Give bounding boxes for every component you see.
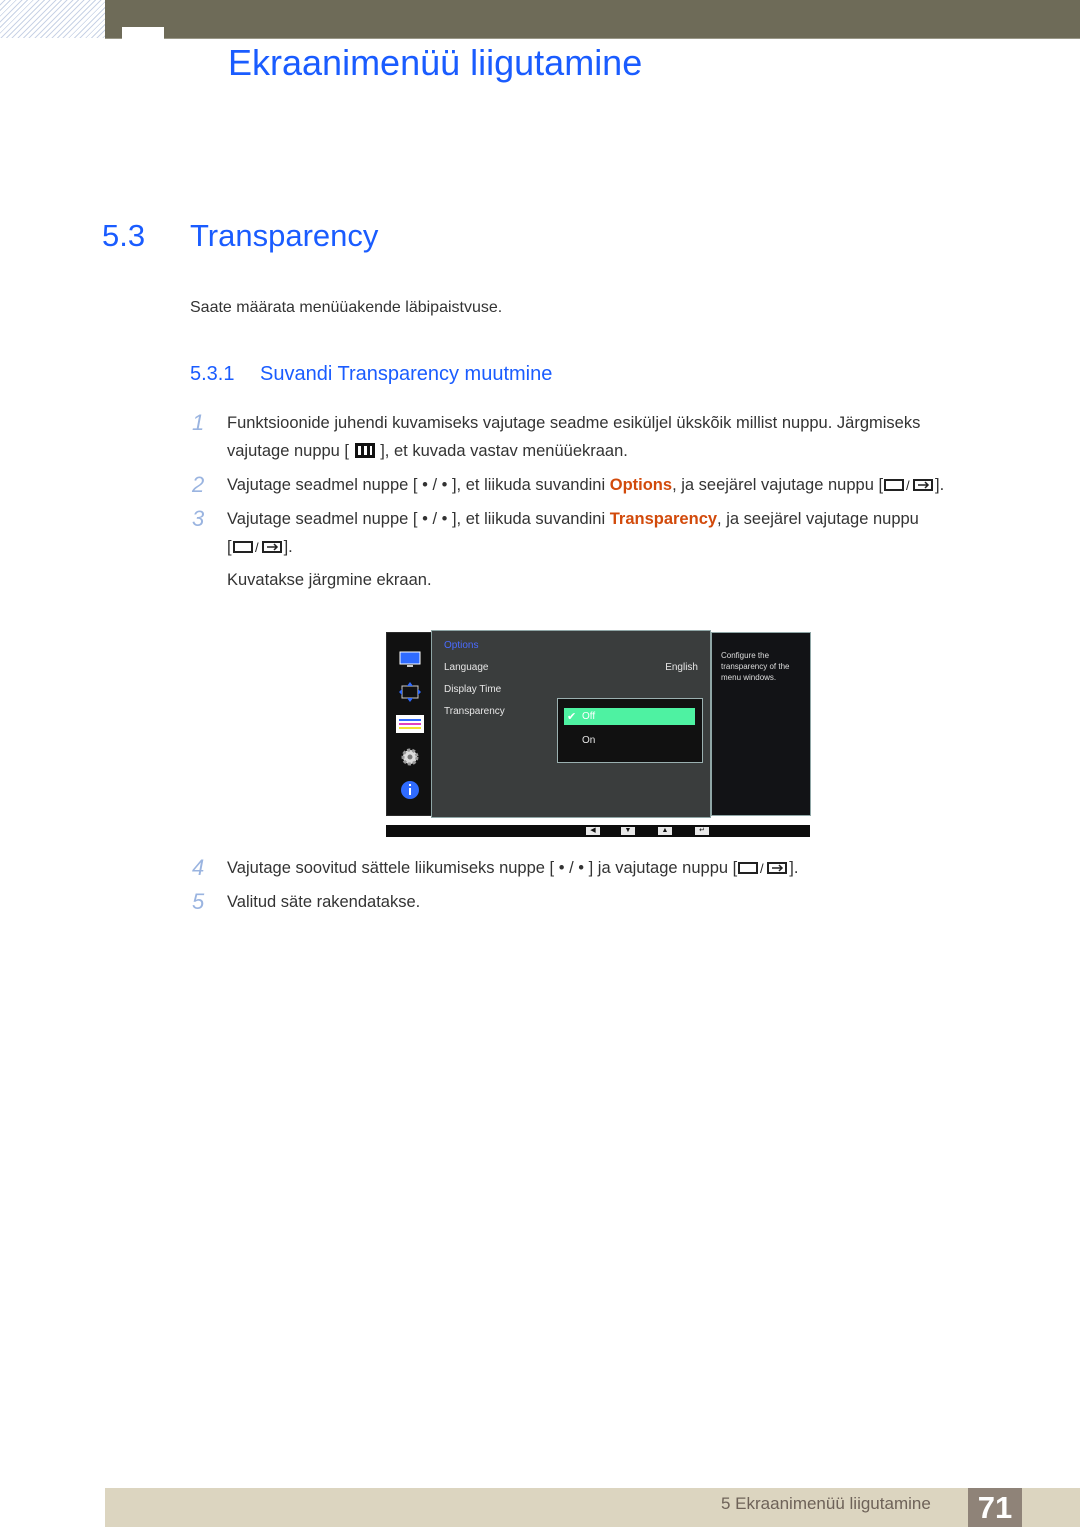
- step-text: Valitud säte rakendatakse.: [227, 893, 421, 911]
- nav-up-button[interactable]: ▲: [658, 827, 672, 835]
- osd-item-transparency[interactable]: Transparency: [444, 706, 505, 717]
- osd-item-display-time[interactable]: Display Time: [444, 684, 501, 695]
- section-intro: Saate määrata menüüakende läbipaistvuse.: [190, 299, 503, 316]
- text: Vajutage seadmel nuppe [ • / • ], et lii…: [227, 510, 610, 528]
- osd-option-on[interactable]: On: [582, 735, 595, 746]
- page-number: 71: [968, 1488, 1022, 1527]
- step-number: 1: [192, 410, 205, 435]
- text: ], et kuvada vastav menüüekraan.: [380, 442, 628, 460]
- osd-option-off[interactable]: ✔ Off: [564, 708, 695, 725]
- step-number: 4: [192, 855, 205, 880]
- step-number: 2: [192, 472, 205, 497]
- menu-button-icon: [354, 442, 376, 464]
- check-icon: ✔: [567, 711, 577, 723]
- text: ].: [935, 476, 945, 494]
- subsection-number: 5.3.1: [190, 363, 235, 385]
- nav-left-button[interactable]: ◀: [586, 827, 600, 835]
- highlight-options: Options: [609, 476, 673, 494]
- step-number: 3: [192, 506, 205, 531]
- help-line: menu windows.: [721, 673, 777, 682]
- step-number: 5: [192, 889, 205, 914]
- step-text-line2: vajutage nuppu [ ], et kuvada vastav men…: [227, 442, 628, 464]
- gear-icon: [400, 747, 420, 772]
- header-bar: [105, 0, 1080, 39]
- header-hatch-decoration: [0, 0, 105, 38]
- step-text: Funktsioonide juhendi kuvamiseks vajutag…: [227, 414, 921, 432]
- text: ].: [283, 538, 293, 556]
- text: , ja seejärel vajutage nuppu [: [672, 476, 884, 494]
- osd-item-language[interactable]: Language: [444, 662, 489, 673]
- text: , ja seejärel vajutage nuppu: [717, 510, 919, 528]
- svg-text:/: /: [760, 861, 764, 876]
- osd-help-panel: Configure the transparency of the menu w…: [711, 632, 811, 816]
- osd-help-text: Configure the transparency of the menu w…: [721, 650, 789, 683]
- monitor-icon: [399, 651, 421, 674]
- nav-enter-button[interactable]: ↵: [695, 827, 709, 835]
- chapter-title: Ekraanimenüü liigutamine: [228, 42, 643, 83]
- subsection-title: Suvandi Transparency muutmine: [260, 363, 553, 385]
- text: ].: [789, 859, 799, 877]
- osd-transparency-popup: ✔ Off On: [557, 698, 703, 763]
- osd-sidebar: [386, 632, 432, 816]
- footer-chapter-label: 5 Ekraanimenüü liigutamine: [721, 1494, 931, 1513]
- source-enter-button-icon: /: [232, 539, 284, 560]
- svg-text:/: /: [255, 540, 259, 555]
- section-number: 5.3: [102, 218, 146, 253]
- options-menu-icon: [396, 715, 424, 738]
- help-line: Configure the: [721, 651, 770, 660]
- help-line: transparency of the: [721, 662, 790, 671]
- osd-item-language-value: English: [665, 662, 698, 673]
- step-text-line2: [/].: [227, 538, 293, 560]
- step-text: Vajutage soovitud sättele liikumiseks nu…: [227, 859, 798, 881]
- size-position-icon: [398, 681, 422, 708]
- chapter-tab: [122, 27, 164, 39]
- source-enter-button-icon: /: [883, 477, 935, 498]
- info-icon: [400, 780, 420, 805]
- source-enter-button-icon: /: [737, 860, 789, 881]
- footer-bar: [105, 1488, 1080, 1527]
- svg-text:/: /: [906, 478, 910, 493]
- highlight-transparency: Transparency: [609, 510, 718, 528]
- step-text: Vajutage seadmel nuppe [ • / • ], et lii…: [227, 476, 944, 498]
- section-title: Transparency: [190, 218, 379, 253]
- text: vajutage nuppu [: [227, 442, 350, 460]
- text: Vajutage soovitud sättele liikumiseks nu…: [227, 859, 738, 877]
- nav-down-button[interactable]: ▼: [621, 827, 635, 835]
- step-text: Vajutage seadmel nuppe [ • / • ], et lii…: [227, 510, 919, 529]
- osd-menu-title: Options: [444, 640, 479, 651]
- step-note: Kuvatakse järgmine ekraan.: [227, 571, 432, 589]
- text: Vajutage seadmel nuppe [ • / • ], et lii…: [227, 476, 610, 494]
- osd-option-off-label: Off: [582, 711, 596, 722]
